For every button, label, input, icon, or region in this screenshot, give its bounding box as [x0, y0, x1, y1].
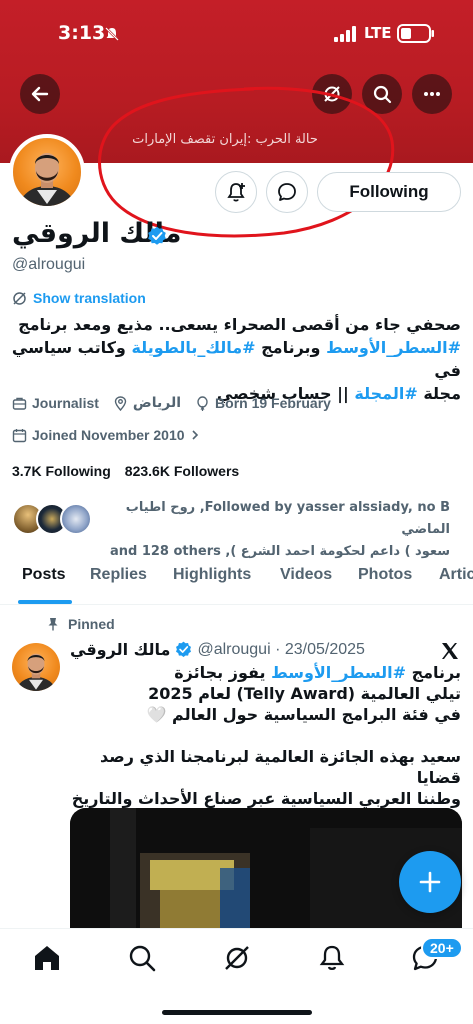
avatar-portrait	[16, 653, 56, 691]
followers-count: 823.6K	[124, 463, 170, 479]
hashtag-link[interactable]: #المجلة	[354, 384, 417, 403]
profile-meta: Journalist الرياض Born 19 February	[12, 395, 345, 411]
followers-count-label: Followers	[173, 463, 240, 479]
post-text: برنامج	[406, 663, 461, 682]
joined-label: Joined November 2010	[32, 427, 185, 443]
hashtag-link[interactable]: #السطر_الأوسط	[326, 338, 461, 357]
hashtag-link[interactable]: #مالك_بالطويلة	[131, 338, 255, 357]
profile-bio: صحفي جاء من أقصى الصحراء يسعى.. مذيع ومع…	[11, 313, 461, 405]
followed-by-line-1: Followed by yasser alssiady, no B, روح ا…	[125, 500, 450, 537]
status-time: 3:13	[58, 22, 106, 44]
bio-line-1: صحفي جاء من أقصى الصحراء يسعى.. مذيع ومع…	[18, 315, 461, 334]
notifications-icon[interactable]	[317, 943, 347, 973]
grok-icon[interactable]	[222, 943, 252, 973]
tab-photos[interactable]: Photos	[358, 566, 412, 584]
chevron-right-icon	[191, 430, 198, 440]
verified-icon	[176, 641, 192, 657]
profile-handle: @alrougui	[12, 256, 86, 273]
explore-icon[interactable]	[127, 943, 157, 973]
following-count: 3.7K	[12, 463, 42, 479]
tab-replies[interactable]: Replies	[90, 566, 147, 584]
messages-badge: 20+	[421, 937, 463, 959]
plus-icon	[419, 871, 441, 893]
post-text: يفوز بجائزة	[174, 663, 272, 682]
compose-button[interactable]	[399, 851, 461, 913]
tab-videos[interactable]: Videos	[280, 566, 332, 584]
location: الرياض	[113, 395, 181, 411]
pin-icon	[48, 618, 58, 631]
post-text: تيلي العالمية (Telly Award) لعام 2025	[148, 684, 461, 703]
tab-posts[interactable]: Posts	[22, 566, 66, 584]
show-translation-link[interactable]: Show translation	[12, 290, 146, 306]
post-text: في فئة البرامج السياسية حول العالم 🤍	[146, 705, 461, 724]
post-header: مالك الروقي @alrougui · 23/05/2025	[70, 640, 365, 659]
home-indicator	[162, 1010, 312, 1015]
followed-by-text: Followed by yasser alssiady, no B, روح ا…	[104, 497, 450, 563]
followed-by[interactable]: Followed by yasser alssiady, no B, روح ا…	[12, 497, 467, 559]
following-count-label: Following	[45, 463, 111, 479]
birthday-label: Born 19 February	[215, 395, 331, 411]
profession: Journalist	[12, 395, 99, 411]
profession-label: Journalist	[32, 395, 99, 411]
follow-counts: 3.7K Following 823.6K Followers	[12, 463, 239, 479]
calendar-icon	[12, 428, 27, 442]
bio-text: وبرنامج	[255, 338, 327, 357]
profile-tabs: Posts Replies Highlights Videos Photos A…	[0, 560, 473, 605]
message-button[interactable]	[266, 171, 308, 213]
briefcase-icon	[12, 397, 27, 410]
notify-button[interactable]	[215, 171, 257, 213]
pinned-label-row: Pinned	[46, 616, 115, 632]
translate-icon	[13, 291, 26, 305]
more-button[interactable]	[412, 74, 452, 114]
mute-icon	[105, 27, 119, 41]
profile-avatar[interactable]	[9, 134, 85, 210]
pinned-label: Pinned	[68, 616, 115, 632]
following-button[interactable]: Following	[317, 172, 461, 212]
active-tab-indicator	[18, 600, 72, 604]
back-button[interactable]	[20, 74, 60, 114]
followers-count-link[interactable]: 823.6K Followers	[125, 463, 239, 479]
post-avatar[interactable]	[12, 643, 60, 691]
battery-icon	[397, 24, 434, 43]
post-author[interactable]: مالك الروقي	[70, 640, 170, 659]
joined-row[interactable]: Joined November 2010	[12, 427, 214, 443]
network-label: LTE	[364, 24, 392, 42]
hashtag-link[interactable]: #السطر_الأوسط	[271, 663, 406, 682]
follower-avatar	[60, 503, 92, 535]
x-logo-icon	[442, 643, 458, 659]
home-icon[interactable]	[32, 943, 62, 973]
location-icon	[114, 395, 127, 411]
birthday: Born 19 February	[195, 395, 331, 411]
balloon-icon	[197, 395, 208, 411]
joined: Joined November 2010	[12, 427, 200, 443]
message-icon	[278, 183, 296, 201]
signal-icon	[334, 26, 356, 42]
back-icon	[31, 86, 49, 102]
more-icon	[424, 92, 440, 96]
avatar-portrait	[19, 153, 75, 206]
tab-highlights[interactable]: Highlights	[173, 566, 251, 584]
status-bar: 3:13 LTE	[0, 18, 473, 52]
bell-plus-icon	[227, 183, 245, 202]
bio-text: مجلة	[417, 384, 461, 403]
post-handle-date: @alrougui · 23/05/2025	[197, 640, 365, 658]
post-text: سعيد بهذه الجائزة العالمية لبرنامجنا الذ…	[100, 747, 461, 787]
location-label: الرياض	[132, 395, 182, 411]
verified-icon	[148, 226, 166, 245]
show-translation-label: Show translation	[33, 290, 146, 306]
tab-articles[interactable]: Artic	[439, 566, 473, 584]
following-count-link[interactable]: 3.7K Following	[12, 463, 111, 479]
